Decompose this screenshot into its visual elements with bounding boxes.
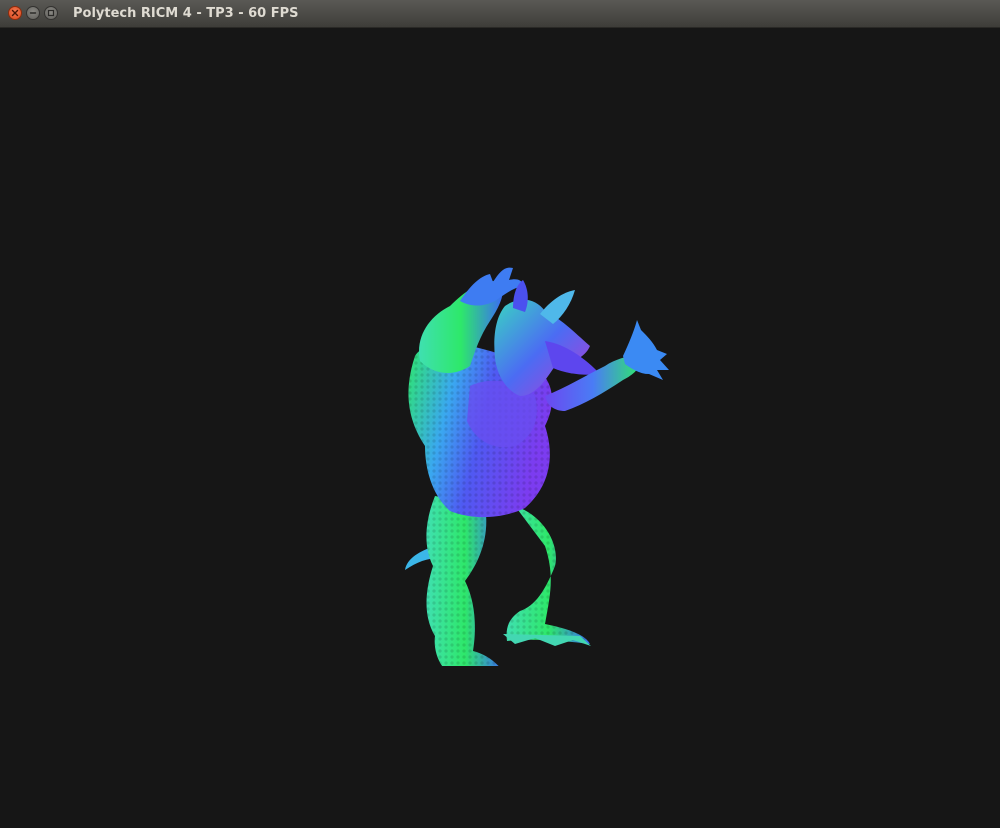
minimize-icon — [29, 12, 37, 14]
title-bar[interactable]: Polytech RICM 4 - TP3 - 60 FPS — [0, 0, 1000, 28]
minimize-button[interactable] — [26, 6, 40, 20]
armadillo-model — [405, 267, 669, 666]
close-button[interactable] — [8, 6, 22, 20]
render-viewport[interactable] — [0, 28, 1000, 828]
close-icon — [11, 9, 19, 17]
maximize-icon — [47, 9, 55, 17]
window-controls — [8, 6, 58, 22]
maximize-button[interactable] — [44, 6, 58, 20]
window-title: Polytech RICM 4 - TP3 - 60 FPS — [73, 6, 299, 21]
app-window: Polytech RICM 4 - TP3 - 60 FPS — [0, 0, 1000, 828]
